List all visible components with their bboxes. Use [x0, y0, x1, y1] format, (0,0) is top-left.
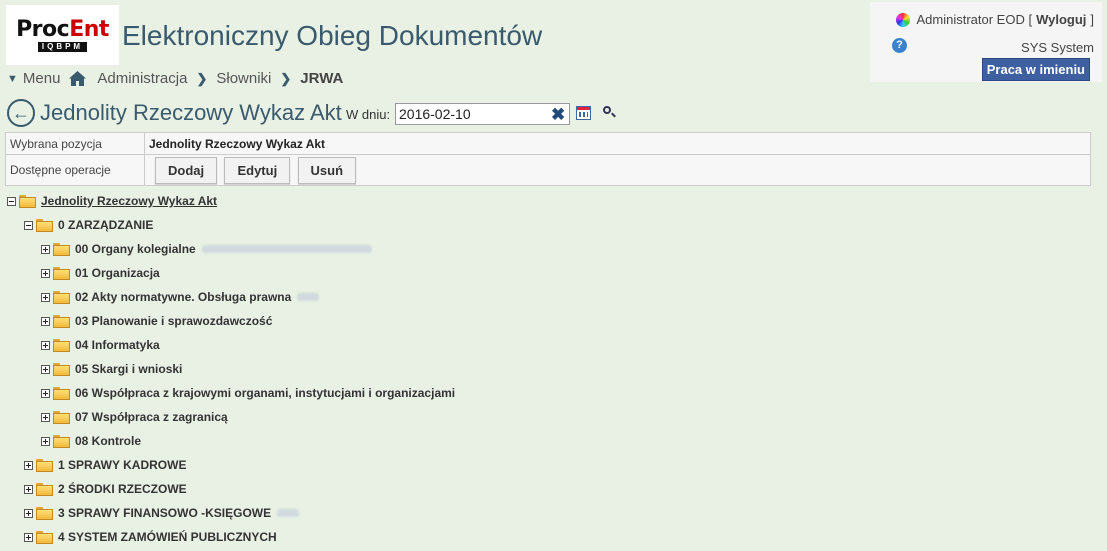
redacted-text	[277, 509, 300, 517]
tree-root[interactable]: Jednolity Rzeczowy Wykaz Akt	[7, 192, 217, 210]
tree-node-label[interactable]: 02 Akty normatywne. Obsługa prawna	[75, 290, 291, 304]
folder-icon	[53, 290, 70, 304]
back-arrow-icon[interactable]: ←	[7, 99, 35, 127]
procent-logo: ProcEnt IQBPM	[6, 5, 119, 65]
add-button[interactable]: Dodaj	[155, 156, 218, 184]
breadcrumb: ▼ Menu Administracja ❯ Słowniki ❯ JRWA	[7, 70, 343, 87]
expand-icon[interactable]	[24, 484, 33, 494]
info-table: Wybrana pozycja Jednolity Rzeczowy Wykaz…	[5, 132, 1091, 186]
folder-icon	[53, 434, 70, 448]
user-panel: Administrator EOD [ Wyloguj ] ? SYS Syst…	[870, 2, 1102, 82]
user-name: Administrator EOD [	[916, 12, 1033, 27]
tree-node-label[interactable]: 05 Skargi i wnioski	[75, 362, 182, 376]
tree-node-label[interactable]: 2 ŚRODKI RZECZOWE	[58, 482, 187, 496]
clear-icon[interactable]: ✖	[551, 105, 565, 125]
menu-link[interactable]: Menu	[23, 70, 61, 87]
logout-link[interactable]: Wyloguj	[1036, 12, 1086, 27]
folder-icon	[36, 482, 53, 496]
help-icon[interactable]: ?	[892, 38, 907, 53]
tree-node[interactable]: 05 Skargi i wnioski	[41, 360, 182, 378]
expand-icon[interactable]	[41, 364, 50, 374]
folder-icon	[53, 410, 70, 424]
tree-node[interactable]: 3 SPRAWY FINANSOWO -KSIĘGOWE	[24, 504, 300, 522]
expand-icon[interactable]	[24, 508, 33, 518]
breadcrumb-slowniki[interactable]: Słowniki	[216, 70, 271, 87]
tree-node[interactable]: 08 Kontrole	[41, 432, 141, 450]
redacted-text	[297, 293, 320, 301]
breadcrumb-administracja[interactable]: Administracja	[97, 70, 187, 87]
logo-brand-accent: Ent	[69, 16, 109, 42]
tree-node-label[interactable]: 0 ZARZĄDZANIE	[58, 218, 153, 232]
folder-icon	[53, 338, 70, 352]
tree-node-label[interactable]: 04 Informatyka	[75, 338, 160, 352]
expand-icon[interactable]	[41, 436, 50, 446]
tree-node[interactable]: 00 Organy kolegialne	[41, 240, 372, 258]
expand-icon[interactable]	[41, 412, 50, 422]
tree-root-label[interactable]: Jednolity Rzeczowy Wykaz Akt	[41, 194, 217, 208]
home-icon[interactable]	[68, 70, 87, 87]
tree-node[interactable]: 04 Informatyka	[41, 336, 160, 354]
redacted-text	[201, 245, 372, 253]
tree-node-label[interactable]: 00 Organy kolegialne	[75, 242, 196, 256]
system-label: SYS System	[1021, 40, 1094, 55]
tree-node-label[interactable]: 03 Planowanie i sprawozdawczość	[75, 314, 272, 328]
tree-node-label[interactable]: 08 Kontrole	[75, 434, 141, 448]
collapse-icon[interactable]	[7, 196, 16, 206]
expand-icon[interactable]	[24, 532, 33, 542]
date-label: W dniu:	[346, 107, 391, 122]
expand-icon[interactable]	[41, 316, 50, 326]
folder-icon	[53, 386, 70, 400]
logo-brand-main: Proc	[16, 16, 70, 42]
folder-icon	[53, 266, 70, 280]
tree-node[interactable]: 0 ZARZĄDZANIE	[24, 216, 153, 234]
folder-icon	[19, 194, 36, 208]
tree-node[interactable]: 4 SYSTEM ZAMÓWIEŃ PUBLICZNYCH	[24, 528, 277, 546]
chevron-right-icon: ❯	[196, 70, 208, 86]
folder-icon	[36, 458, 53, 472]
date-input[interactable]	[395, 103, 570, 125]
chevron-right-icon: ❯	[280, 70, 292, 86]
logo-sub: IQBPM	[37, 41, 88, 52]
tree-node[interactable]: 1 SPRAWY KADROWE	[24, 456, 186, 474]
folder-icon	[53, 242, 70, 256]
operations-label: Dostępne operacje	[5, 154, 145, 186]
search-icon[interactable]	[603, 106, 611, 114]
delete-button[interactable]: Usuń	[297, 156, 357, 184]
tree-node-label[interactable]: 07 Współpraca z zagranicą	[75, 410, 228, 424]
page-title: Jednolity Rzeczowy Wykaz Akt	[40, 100, 342, 125]
tree-node-label[interactable]: 06 Współpraca z krajowymi organami, inst…	[75, 386, 455, 400]
tree-node-label[interactable]: 01 Organizacja	[75, 266, 160, 280]
selected-label: Wybrana pozycja	[5, 132, 145, 155]
color-wheel-icon[interactable]	[896, 12, 911, 27]
expand-icon[interactable]	[41, 340, 50, 350]
expand-icon[interactable]	[24, 460, 33, 470]
tree-node[interactable]: 07 Współpraca z zagranicą	[41, 408, 228, 426]
folder-icon	[36, 530, 53, 544]
folder-icon	[53, 314, 70, 328]
tree-node[interactable]: 01 Organizacja	[41, 264, 160, 282]
breadcrumb-current: JRWA	[300, 70, 344, 87]
tree-node-label[interactable]: 3 SPRAWY FINANSOWO -KSIĘGOWE	[58, 506, 271, 520]
collapse-icon[interactable]	[24, 220, 33, 230]
selected-value: Jednolity Rzeczowy Wykaz Akt	[144, 132, 1091, 155]
impersonate-button[interactable]: Praca w imieniu	[981, 58, 1090, 81]
calendar-icon[interactable]	[576, 106, 591, 120]
folder-icon	[53, 362, 70, 376]
tree-node[interactable]: 02 Akty normatywne. Obsługa prawna	[41, 288, 320, 306]
menu-caret-icon[interactable]: ▼	[7, 73, 18, 85]
folder-icon	[36, 218, 53, 232]
app-title: Elektroniczny Obieg Dokumentów	[122, 20, 543, 51]
tree-node-label[interactable]: 4 SYSTEM ZAMÓWIEŃ PUBLICZNYCH	[58, 530, 277, 544]
expand-icon[interactable]	[41, 268, 50, 278]
tree-node[interactable]: 06 Współpraca z krajowymi organami, inst…	[41, 384, 455, 402]
tree-node-label[interactable]: 1 SPRAWY KADROWE	[58, 458, 186, 472]
tree-node[interactable]: 03 Planowanie i sprawozdawczość	[41, 312, 272, 330]
folder-icon	[36, 506, 53, 520]
expand-icon[interactable]	[41, 244, 50, 254]
expand-icon[interactable]	[41, 388, 50, 398]
expand-icon[interactable]	[41, 292, 50, 302]
edit-button[interactable]: Edytuj	[224, 156, 291, 184]
logout-bracket: ]	[1090, 12, 1094, 27]
tree-node[interactable]: 2 ŚRODKI RZECZOWE	[24, 480, 187, 498]
